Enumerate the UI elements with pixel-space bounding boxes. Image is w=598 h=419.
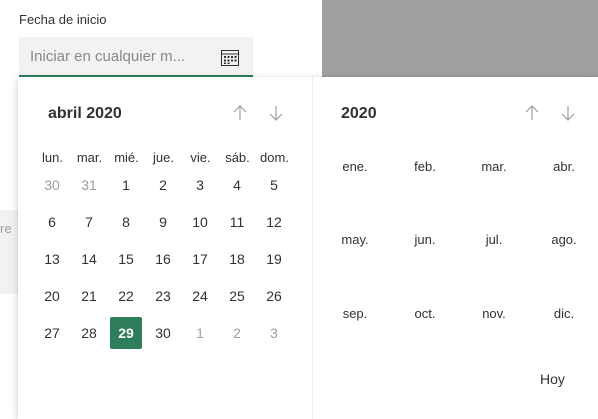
day-cell[interactable]: 2 xyxy=(147,169,179,201)
day-cell[interactable]: 14 xyxy=(73,243,105,275)
next-year-arrow-down-icon[interactable] xyxy=(558,103,578,123)
day-cell[interactable]: 20 xyxy=(36,280,68,312)
month-cell[interactable]: oct. xyxy=(395,298,455,330)
background-partial-text: re xyxy=(0,221,12,236)
day-cell[interactable]: 10 xyxy=(184,206,216,238)
previous-year-arrow-up-icon[interactable] xyxy=(522,103,542,123)
day-cell[interactable]: 6 xyxy=(36,206,68,238)
weekday-label: mié. xyxy=(114,150,139,165)
day-cell[interactable]: 21 xyxy=(73,280,105,312)
month-cell[interactable]: abr. xyxy=(534,151,594,183)
day-cell[interactable]: 15 xyxy=(110,243,142,275)
background-overlay xyxy=(322,0,598,84)
month-cell[interactable]: mar. xyxy=(464,151,524,183)
day-cell[interactable]: 23 xyxy=(147,280,179,312)
month-title[interactable]: abril 2020 xyxy=(48,105,122,123)
day-cell[interactable]: 26 xyxy=(258,280,290,312)
day-cell[interactable]: 13 xyxy=(36,243,68,275)
today-button[interactable]: Hoy xyxy=(540,371,565,387)
day-cell[interactable]: 19 xyxy=(258,243,290,275)
day-cell[interactable]: 3 xyxy=(258,317,290,349)
month-cell[interactable]: feb. xyxy=(395,151,455,183)
day-cell[interactable]: 8 xyxy=(110,206,142,238)
day-cell[interactable]: 18 xyxy=(221,243,253,275)
weekday-label: lun. xyxy=(42,150,63,165)
day-cell[interactable]: 4 xyxy=(221,169,253,201)
day-cell[interactable]: 17 xyxy=(184,243,216,275)
day-cell[interactable]: 5 xyxy=(258,169,290,201)
calendar-icon[interactable] xyxy=(220,47,240,67)
weekday-label: dom. xyxy=(260,150,289,165)
month-cell[interactable]: sep. xyxy=(325,298,385,330)
day-cell[interactable]: 28 xyxy=(73,317,105,349)
month-cell[interactable]: jul. xyxy=(464,224,524,256)
day-cell[interactable]: 2 xyxy=(221,317,253,349)
day-cell[interactable]: 12 xyxy=(258,206,290,238)
month-cell[interactable]: ago. xyxy=(534,224,594,256)
day-cell[interactable]: 3 xyxy=(184,169,216,201)
weekday-label: mar. xyxy=(76,150,103,165)
day-cell[interactable]: 31 xyxy=(73,169,105,201)
panel-divider xyxy=(312,77,313,419)
day-cell[interactable]: 25 xyxy=(221,280,253,312)
day-cell[interactable]: 16 xyxy=(147,243,179,275)
start-date-field[interactable]: Iniciar en cualquier m... xyxy=(19,37,253,77)
month-cell[interactable]: dic. xyxy=(534,298,594,330)
day-cell[interactable]: 27 xyxy=(36,317,68,349)
weekday-label: sáb. xyxy=(225,150,250,165)
day-cell[interactable]: 22 xyxy=(110,280,142,312)
start-date-placeholder: Iniciar en cualquier m... xyxy=(30,48,186,65)
month-cell[interactable]: ene. xyxy=(325,151,385,183)
month-cell[interactable]: jun. xyxy=(395,224,455,256)
month-cell[interactable]: nov. xyxy=(464,298,524,330)
day-cell[interactable]: 30 xyxy=(36,169,68,201)
selected-day[interactable]: 29 xyxy=(110,317,142,349)
weekday-label: vie. xyxy=(190,150,211,165)
day-cell[interactable]: 9 xyxy=(147,206,179,238)
day-cell[interactable]: 11 xyxy=(221,206,253,238)
day-cell[interactable]: 1 xyxy=(184,317,216,349)
month-cell[interactable]: may. xyxy=(325,224,385,256)
day-cell[interactable]: 30 xyxy=(147,317,179,349)
year-title[interactable]: 2020 xyxy=(341,105,377,123)
day-cell[interactable]: 7 xyxy=(73,206,105,238)
weekday-label: jue. xyxy=(153,150,174,165)
next-month-arrow-down-icon[interactable] xyxy=(266,103,286,123)
start-date-label: Fecha de inicio xyxy=(19,12,107,27)
day-cell[interactable]: 24 xyxy=(184,280,216,312)
date-picker-callout: abril 2020 lun. mar. mié. jue. vie. sáb. dom. … xyxy=(18,77,598,419)
day-cell[interactable]: 1 xyxy=(110,169,142,201)
previous-month-arrow-up-icon[interactable] xyxy=(230,103,250,123)
